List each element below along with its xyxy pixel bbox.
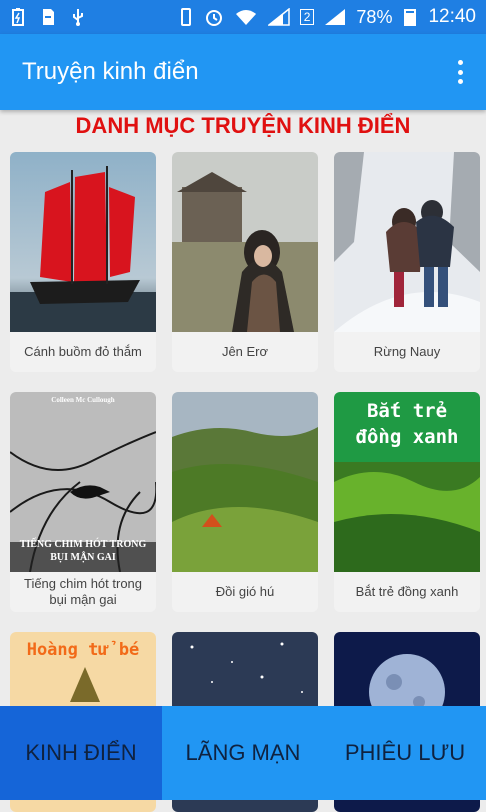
cover-title: Bắt trẻ đồng xanh [355,400,459,448]
book-card[interactable]: Cánh buồm đỏ thắm [10,152,156,372]
book-title: Rừng Nauy [373,344,441,359]
wifi-icon [235,10,256,25]
status-bar: 2 78% 12:40 [0,0,486,34]
tab-kinh-dien[interactable]: KINH ĐIỂN [0,706,162,800]
app-title: Truyện kinh điển [22,58,199,85]
cover-title: TIẾNG CHIM HÓT TRONG BỤI MẬN GAI [19,539,147,563]
book-title: Đồi gió hú [215,584,275,599]
book-cover [172,152,318,332]
book-title: Jên Erơ [221,344,269,359]
signal-full-icon [325,9,346,25]
book-card[interactable]: Colleen Mc Cullough TIẾNG CHIM HÓT TRONG… [10,392,156,612]
book-cover [334,152,480,332]
book-card[interactable]: Bắt trẻ đồng xanh Bắt trẻ đồng xanh [334,392,480,612]
usb-icon [73,9,83,26]
vibrate-icon [180,8,191,26]
book-card[interactable]: Đồi gió hú [172,392,318,612]
sim-indicator: 2 [299,9,315,25]
book-card[interactable]: Jên Erơ [172,152,318,372]
sd-card-icon [43,9,54,25]
battery-charging-icon [12,8,24,26]
battery-icon [404,9,417,26]
book-cover [172,392,318,572]
signal-icon [267,8,290,26]
book-card[interactable]: Rừng Nauy [334,152,480,372]
alarm-icon [205,10,222,26]
book-title: Cánh buồm đỏ thắm [24,344,142,359]
cover-author: Colleen Mc Cullough [51,396,115,404]
clock: 12:40 [428,6,476,27]
book-title: Tiếng chim hót trong bụi mận gai [23,576,143,607]
bottom-tab-bar: KINH ĐIỂN LÃNG MẠN PHIÊU LƯU [0,706,486,800]
section-title: DANH MỤC TRUYỆN KINH ĐIỂN [75,113,411,138]
book-cover: Colleen Mc Cullough TIẾNG CHIM HÓT TRONG… [10,392,156,572]
book-title: Bắt trẻ đồng xanh [355,584,459,599]
tab-lang-man[interactable]: LÃNG MẠN [162,706,324,800]
tab-phieu-luu[interactable]: PHIÊU LƯU [324,706,486,800]
battery-percent: 78% [356,6,393,27]
book-cover [10,152,156,332]
overflow-menu-icon[interactable] [456,60,464,84]
app-bar: Truyện kinh điển [0,34,486,110]
book-cover: Bắt trẻ đồng xanh [334,392,480,572]
cover-title: Hoàng tử bé [26,640,140,660]
